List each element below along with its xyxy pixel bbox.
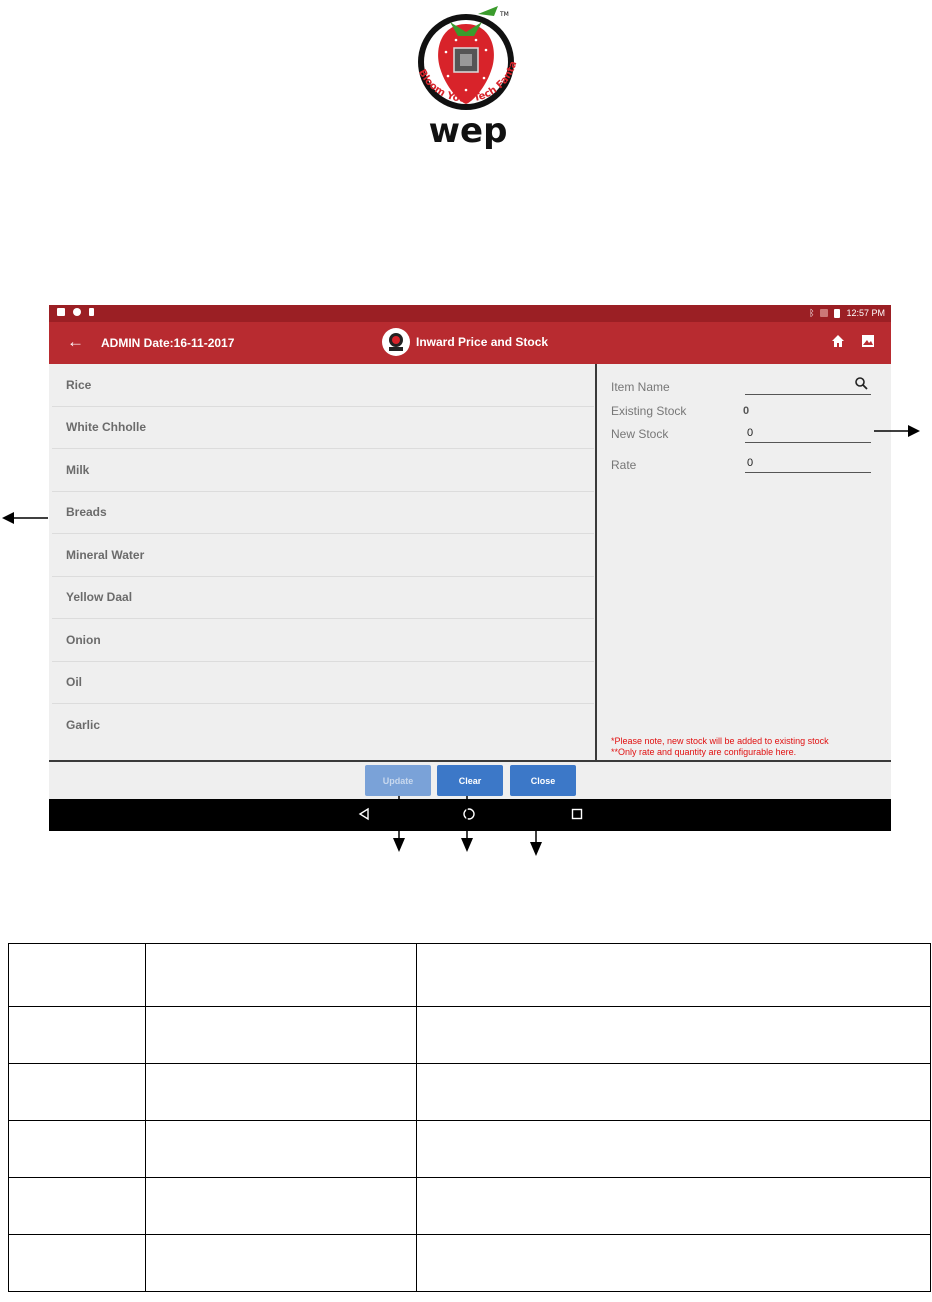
list-item[interactable]: Mineral Water bbox=[52, 534, 594, 577]
wep-logo: TM Bloom Your Tech Fantasy wep bbox=[404, 2, 532, 150]
bluetooth-icon: ᛒ bbox=[809, 308, 815, 318]
search-icon[interactable] bbox=[855, 377, 868, 395]
app-logo-icon bbox=[382, 328, 410, 356]
new-stock-label: New Stock bbox=[611, 427, 669, 441]
tablet-screenshot: ᛒ 12:57 PM ← ADMIN Date:16-11-2017 Inwar… bbox=[49, 305, 891, 831]
note-configurable: **Only rate and quantity are configurabl… bbox=[611, 747, 797, 757]
close-arrow-icon bbox=[530, 830, 542, 856]
battery-icon bbox=[834, 308, 841, 318]
list-item[interactable]: Yellow Daal bbox=[52, 577, 594, 619]
user-date-label: ADMIN Date:16-11-2017 bbox=[101, 336, 235, 350]
usb-notification-icon bbox=[89, 308, 94, 316]
existing-stock-value: 0 bbox=[743, 405, 750, 417]
nav-recents-icon[interactable] bbox=[570, 807, 584, 826]
image-notification-icon bbox=[57, 308, 65, 316]
list-item[interactable]: Garlic bbox=[52, 704, 594, 747]
trademark-text: TM bbox=[499, 11, 509, 18]
list-item[interactable]: Rice bbox=[52, 364, 594, 407]
sim-icon bbox=[820, 309, 829, 317]
clear-arrow-icon bbox=[461, 796, 473, 852]
bottom-divider bbox=[49, 760, 891, 762]
table-row bbox=[8, 1234, 931, 1292]
update-arrow-icon bbox=[393, 796, 405, 852]
list-item[interactable]: Milk bbox=[52, 449, 594, 492]
logo-brand: wep bbox=[429, 111, 508, 150]
right-arrow-icon bbox=[874, 425, 920, 437]
new-stock-input[interactable]: 0 bbox=[745, 425, 871, 443]
app-bar: ← ADMIN Date:16-11-2017 Inward Price and… bbox=[49, 322, 891, 364]
note-new-stock: *Please note, new stock will be added to… bbox=[611, 736, 829, 746]
close-button[interactable]: Close bbox=[510, 765, 576, 796]
home-icon[interactable] bbox=[831, 334, 845, 353]
nav-back-icon[interactable] bbox=[357, 807, 371, 826]
table-row bbox=[8, 943, 931, 1007]
rate-input[interactable]: 0 bbox=[745, 455, 871, 473]
description-table bbox=[8, 943, 931, 1292]
item-name-label: Item Name bbox=[611, 380, 670, 394]
clear-button[interactable]: Clear bbox=[437, 765, 503, 796]
existing-stock-label: Existing Stock bbox=[611, 404, 687, 418]
list-item[interactable]: White Chholle bbox=[52, 407, 594, 449]
item-list: Rice White Chholle Milk Breads Mineral W… bbox=[52, 364, 594, 761]
update-button[interactable]: Update bbox=[365, 765, 431, 796]
item-name-input[interactable] bbox=[745, 377, 871, 395]
back-arrow-icon[interactable]: ← bbox=[67, 332, 84, 352]
app-notification-icon bbox=[73, 308, 81, 316]
left-arrow-icon bbox=[2, 512, 48, 524]
table-row bbox=[8, 1063, 931, 1121]
stock-form: Item Name Existing Stock 0 New Stock 0 R… bbox=[597, 364, 891, 762]
status-time: 12:57 PM bbox=[846, 308, 885, 318]
strawberry-logo-icon: TM Bloom Your Tech Fantasy wep bbox=[404, 2, 519, 150]
list-item[interactable]: Oil bbox=[52, 662, 594, 704]
list-item[interactable]: Onion bbox=[52, 619, 594, 662]
table-row bbox=[8, 1177, 931, 1235]
screen-title: Inward Price and Stock bbox=[416, 335, 549, 349]
table-row bbox=[8, 1006, 931, 1064]
list-item[interactable]: Breads bbox=[52, 492, 594, 534]
table-row bbox=[8, 1120, 931, 1178]
gallery-icon[interactable] bbox=[861, 334, 875, 353]
rate-label: Rate bbox=[611, 458, 637, 472]
status-bar: ᛒ 12:57 PM bbox=[49, 305, 891, 322]
